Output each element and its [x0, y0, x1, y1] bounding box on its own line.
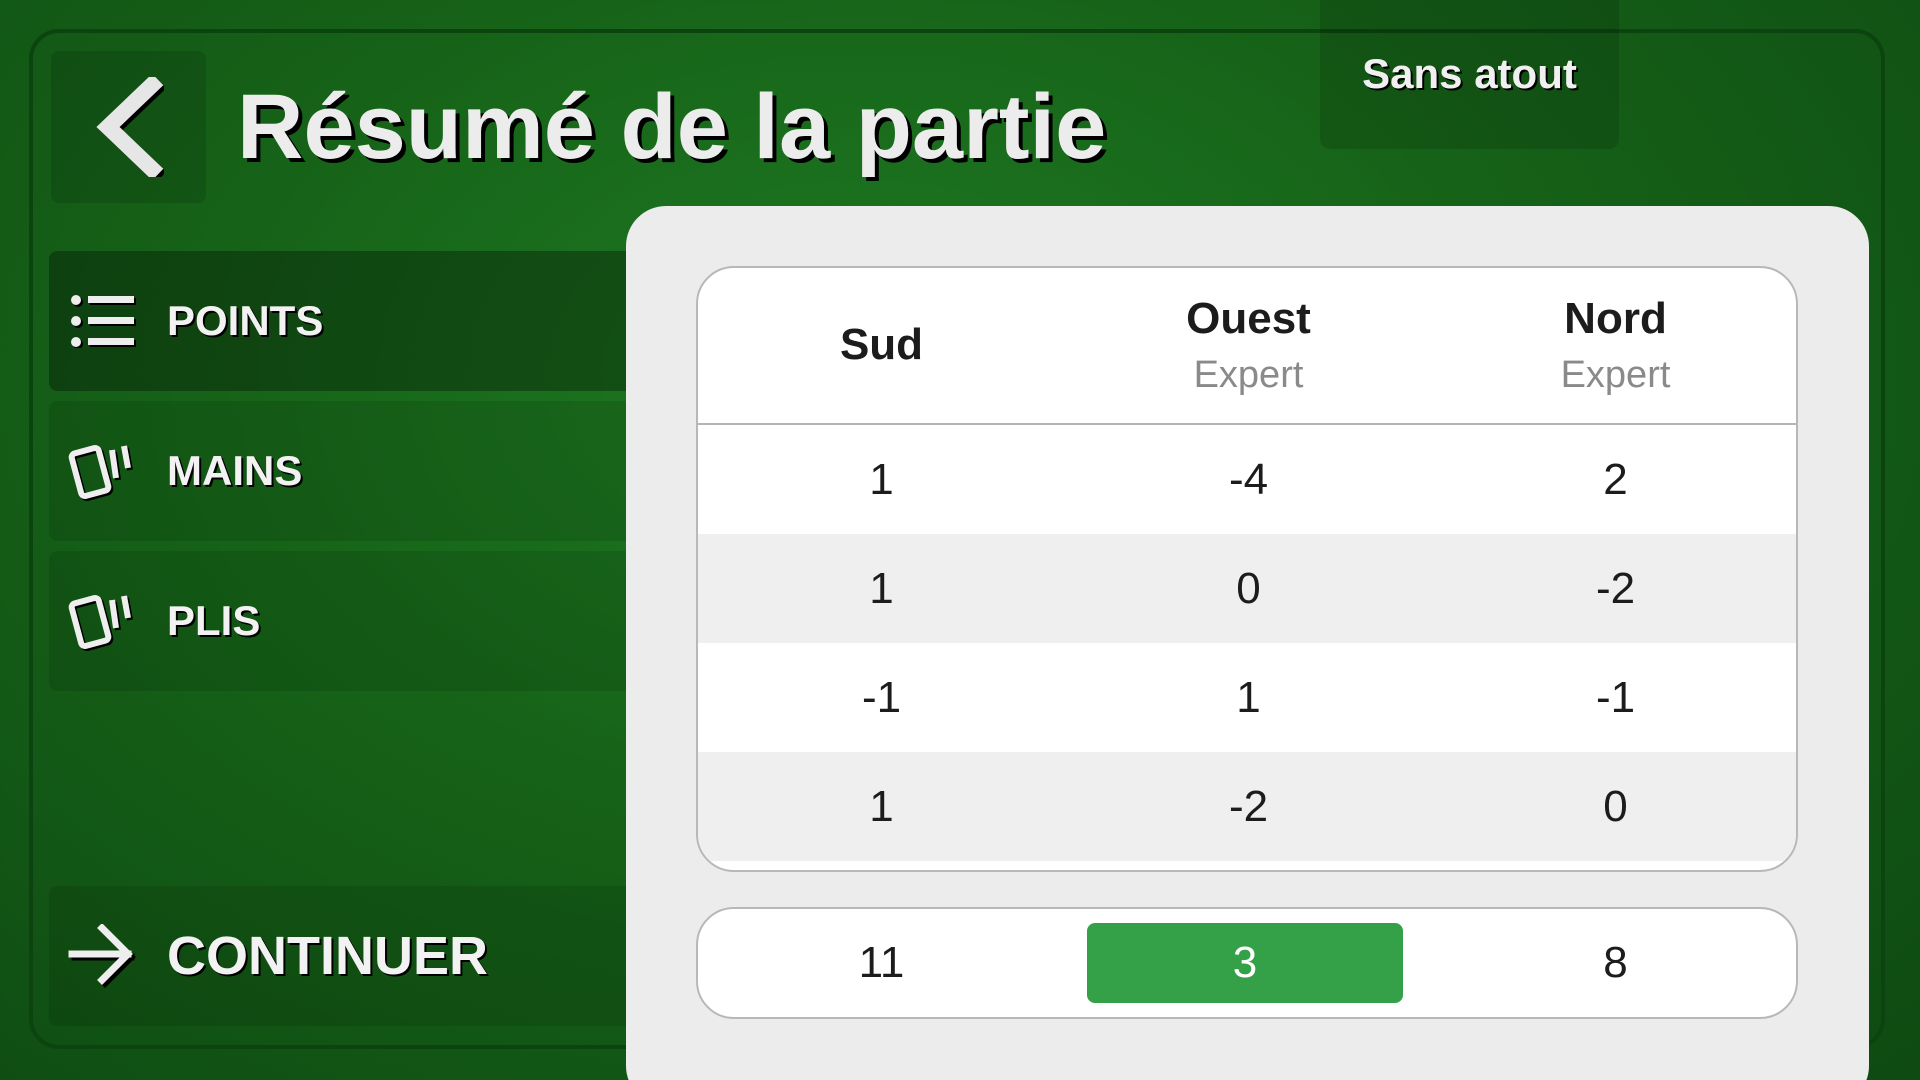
player-name: Nord: [1564, 294, 1667, 343]
column-header-sud: Sud: [698, 268, 1065, 423]
cards-icon: [67, 435, 139, 507]
chevron-left-icon: [95, 77, 164, 177]
score-panel: Sud Ouest Expert Nord Expert 1 -4 2 1 0 …: [626, 206, 1869, 1080]
continue-button[interactable]: CONTINUER: [49, 886, 639, 1026]
column-header-nord: Nord Expert: [1432, 268, 1796, 423]
table-row: 1 -2 0: [698, 752, 1796, 861]
sidebar-item-label: PLIS: [167, 597, 261, 644]
game-mode-box: Sans atout: [1320, 0, 1619, 149]
score-cell: 1: [869, 782, 894, 831]
player-level: Expert: [1560, 354, 1671, 396]
arrow-right-icon: [67, 920, 139, 992]
player-name: Sud: [839, 320, 924, 369]
score-table: Sud Ouest Expert Nord Expert 1 -4 2 1 0 …: [696, 266, 1798, 872]
sidebar-item-plis[interactable]: PLIS: [49, 551, 639, 691]
score-cell: -4: [1228, 455, 1269, 504]
continue-label: CONTINUER: [167, 926, 488, 986]
table-header: Sud Ouest Expert Nord Expert: [698, 268, 1796, 425]
total-score-nord: 8: [1603, 938, 1628, 987]
score-cell: -1: [1595, 673, 1636, 722]
game-mode-label: Sans atout: [1362, 50, 1577, 97]
sidebar-item-mains[interactable]: MAINS: [49, 401, 639, 541]
sidebar-item-label: MAINS: [167, 447, 303, 494]
score-cell: 2: [1603, 455, 1628, 504]
score-cell: 1: [1236, 673, 1261, 722]
score-cell: 1: [869, 564, 894, 613]
player-name: Ouest: [1186, 294, 1311, 343]
score-cell: -2: [1595, 564, 1636, 613]
column-header-ouest: Ouest Expert: [1065, 268, 1432, 423]
table-row: 1 -4 2: [698, 425, 1796, 534]
score-cell: 0: [1603, 782, 1628, 831]
back-button[interactable]: [51, 51, 206, 203]
total-score-sud: 11: [858, 938, 905, 987]
table-row: -1 1 -1: [698, 643, 1796, 752]
sidebar-item-label: POINTS: [167, 297, 324, 344]
total-score-ouest-winner: 3: [1087, 923, 1403, 1003]
list-icon: [67, 285, 139, 357]
table-row: 1 0 -2: [698, 534, 1796, 643]
score-cell: 1: [869, 455, 894, 504]
sidebar-item-points[interactable]: POINTS: [49, 251, 639, 391]
cards-icon: [67, 585, 139, 657]
score-cell: 0: [1236, 564, 1261, 613]
score-cell: -2: [1228, 782, 1269, 831]
player-level: Expert: [1193, 354, 1304, 396]
page-title: Résumé de la partie: [237, 76, 1107, 178]
totals-row: 11 3 8: [696, 907, 1798, 1019]
score-cell: -1: [861, 673, 902, 722]
